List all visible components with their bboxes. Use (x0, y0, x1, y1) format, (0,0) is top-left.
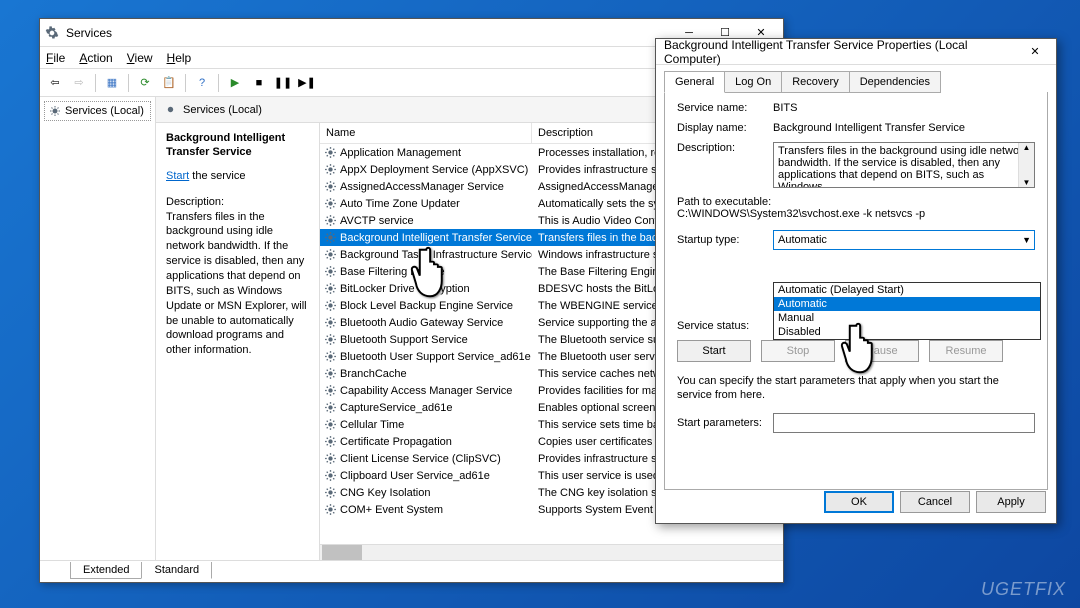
column-name[interactable]: Name (320, 123, 532, 143)
view-tabs: Extended Standard (40, 560, 783, 582)
label-description: Description: (677, 142, 773, 154)
description-textbox[interactable]: Transfers files in the background using … (773, 142, 1035, 188)
apply-button[interactable]: Apply (976, 491, 1046, 513)
selected-service-title: Background Intelligent Transfer Service (166, 131, 309, 160)
startup-type-select[interactable]: Automatic ▼ (773, 230, 1035, 250)
stop-button: Stop (761, 340, 835, 362)
option-delayed[interactable]: Automatic (Delayed Start) (774, 283, 1040, 297)
start-link[interactable]: Start (166, 170, 189, 182)
value-path: C:\WINDOWS\System32\svchost.exe -k netsv… (677, 208, 925, 220)
horizontal-scrollbar[interactable] (320, 544, 783, 560)
export-button[interactable]: 📋 (158, 72, 180, 94)
tree-item-services-local[interactable]: Services (Local) (44, 101, 151, 121)
services-icon (44, 25, 60, 41)
dialog-close-button[interactable]: ✕ (1022, 42, 1048, 62)
window-title: Services (66, 26, 671, 40)
start-params-input[interactable] (773, 413, 1035, 433)
value-service-name: BITS (773, 102, 1035, 114)
watermark: UGETFIX (981, 579, 1066, 600)
description-text: Transfers files in the background using … (166, 210, 309, 358)
label-service-name: Service name: (677, 102, 773, 114)
show-hide-button[interactable]: ▦ (101, 72, 123, 94)
restart-button[interactable]: ▶❚ (296, 72, 318, 94)
label-start-params: Start parameters: (677, 417, 773, 429)
gear-icon (49, 105, 61, 117)
menu-action[interactable]: Action (79, 51, 112, 65)
option-disabled[interactable]: Disabled (774, 325, 1040, 339)
dialog-title: Background Intelligent Transfer Service … (664, 38, 1022, 66)
description-label: Description: (166, 196, 309, 208)
tree-pane: Services (Local) (40, 97, 156, 560)
startup-type-dropdown: Automatic (Delayed Start) Automatic Manu… (773, 282, 1041, 340)
dialog-titlebar: Background Intelligent Transfer Service … (656, 39, 1056, 65)
params-note: You can specify the start parameters tha… (677, 374, 1035, 403)
tab-standard[interactable]: Standard (141, 562, 212, 579)
chevron-down-icon: ▼ (1022, 235, 1031, 245)
help-button[interactable]: ? (191, 72, 213, 94)
tab-general[interactable]: General (664, 71, 725, 93)
gear-icon (164, 103, 177, 116)
detail-pane: Background Intelligent Transfer Service … (156, 123, 320, 560)
tab-extended[interactable]: Extended (70, 562, 142, 579)
stop-button[interactable]: ■ (248, 72, 270, 94)
tab-recovery[interactable]: Recovery (781, 71, 849, 93)
option-automatic[interactable]: Automatic (774, 297, 1040, 311)
menu-file[interactable]: File (46, 51, 65, 65)
properties-dialog: Background Intelligent Transfer Service … (655, 38, 1057, 524)
forward-button[interactable]: ⇨ (68, 72, 90, 94)
refresh-button[interactable]: ⟳ (134, 72, 156, 94)
option-manual[interactable]: Manual (774, 311, 1040, 325)
label-startup-type: Startup type: (677, 234, 773, 246)
cancel-button[interactable]: Cancel (900, 491, 970, 513)
dialog-tabs: General Log On Recovery Dependencies (656, 65, 1056, 93)
menu-view[interactable]: View (127, 51, 153, 65)
label-service-status: Service status: (677, 320, 773, 332)
label-path: Path to executable: (677, 196, 771, 208)
pause-button[interactable]: ❚❚ (272, 72, 294, 94)
tab-dependencies[interactable]: Dependencies (849, 71, 941, 93)
resume-button: Resume (929, 340, 1003, 362)
back-button[interactable]: ⇦ (44, 72, 66, 94)
menu-help[interactable]: Help (167, 51, 192, 65)
label-display-name: Display name: (677, 122, 773, 134)
play-button[interactable]: ▶ (224, 72, 246, 94)
scrollbar[interactable]: ▲▼ (1018, 143, 1034, 187)
general-panel: Service name: BITS Display name: Backgro… (664, 92, 1048, 490)
pause-button: Pause (845, 340, 919, 362)
value-display-name: Background Intelligent Transfer Service (773, 122, 1035, 134)
ok-button[interactable]: OK (824, 491, 894, 513)
start-button[interactable]: Start (677, 340, 751, 362)
tab-logon[interactable]: Log On (724, 71, 782, 93)
